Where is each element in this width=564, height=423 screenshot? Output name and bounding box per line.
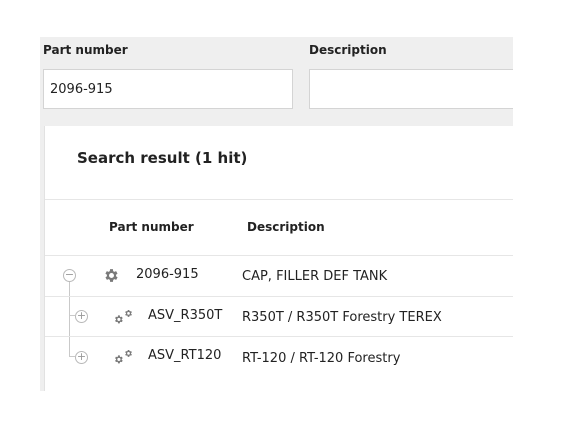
search-panel: Part number Description Search result (1…: [40, 37, 513, 391]
collapse-toggle[interactable]: −: [63, 269, 76, 282]
search-result-title: Search result (1 hit): [77, 149, 248, 167]
description-cell: CAP, FILLER DEF TANK: [242, 269, 388, 284]
part-number-cell[interactable]: 2096-915: [136, 267, 199, 282]
gears-icon: [115, 349, 132, 364]
column-header-description: Description: [247, 220, 325, 234]
description-label: Description: [309, 43, 387, 57]
row-divider: [45, 336, 513, 337]
expand-toggle[interactable]: +: [75, 310, 88, 323]
column-header-part-number: Part number: [109, 220, 194, 234]
divider: [45, 255, 513, 256]
description-input[interactable]: [309, 69, 513, 109]
divider: [45, 199, 513, 200]
description-cell: R350T / R350T Forestry TEREX: [242, 310, 442, 325]
part-number-label: Part number: [43, 43, 128, 57]
part-number-cell[interactable]: ASV_RT120: [148, 348, 221, 363]
row-divider: [45, 296, 513, 297]
search-result-card: Search result (1 hit) Part number Descri…: [44, 126, 513, 391]
tree-line: [69, 282, 70, 356]
expand-toggle[interactable]: +: [75, 351, 88, 364]
gear-icon: [105, 269, 118, 282]
part-number-cell[interactable]: ASV_R350T: [148, 308, 222, 323]
description-cell: RT-120 / RT-120 Forestry: [242, 351, 401, 366]
part-number-input[interactable]: [43, 69, 293, 109]
gears-icon: [115, 309, 132, 324]
